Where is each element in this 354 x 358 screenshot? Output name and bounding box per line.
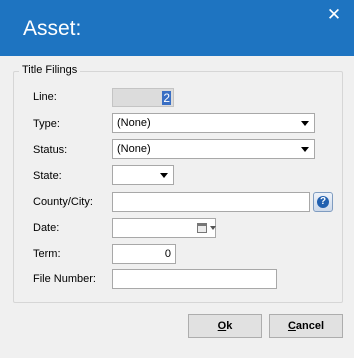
term-label: Term: (33, 248, 61, 260)
status-value: (None) (117, 143, 151, 155)
file-number-input[interactable] (112, 269, 277, 289)
window-title: Asset: (23, 17, 82, 40)
type-value: (None) (117, 117, 151, 129)
type-label: Type: (33, 118, 60, 130)
county-label: County/City: (33, 196, 93, 208)
date-label: Date: (33, 222, 60, 234)
ok-accelerator: O (217, 320, 227, 332)
line-label: Line: (33, 91, 57, 103)
state-dropdown[interactable] (112, 165, 174, 185)
state-label: State: (33, 170, 62, 182)
term-input[interactable]: 0 (112, 244, 176, 264)
chevron-down-icon (160, 173, 168, 178)
ok-button[interactable]: Ok (188, 314, 262, 338)
county-input[interactable] (112, 192, 310, 212)
cancel-accelerator: C (287, 320, 296, 332)
type-dropdown[interactable]: (None) (112, 113, 315, 133)
cancel-label: ancel (295, 320, 325, 332)
term-value: 0 (164, 248, 171, 260)
status-label: Status: (33, 144, 68, 156)
ok-label: k (226, 320, 233, 332)
file-number-label: File Number: (33, 273, 96, 285)
cancel-button[interactable]: Cancel (269, 314, 343, 338)
chevron-down-icon[interactable] (210, 226, 216, 230)
group-title: Title Filings (19, 64, 81, 76)
help-button[interactable]: ? (313, 192, 333, 212)
line-field: 2 (112, 88, 174, 107)
close-icon[interactable]: ✕ (322, 3, 346, 27)
chevron-down-icon (301, 121, 309, 126)
line-value: 2 (162, 91, 171, 105)
calendar-icon[interactable] (197, 223, 207, 233)
help-icon: ? (317, 196, 329, 208)
title-bar: Asset: ✕ (0, 0, 354, 56)
status-dropdown[interactable]: (None) (112, 139, 315, 159)
chevron-down-icon (301, 147, 309, 152)
